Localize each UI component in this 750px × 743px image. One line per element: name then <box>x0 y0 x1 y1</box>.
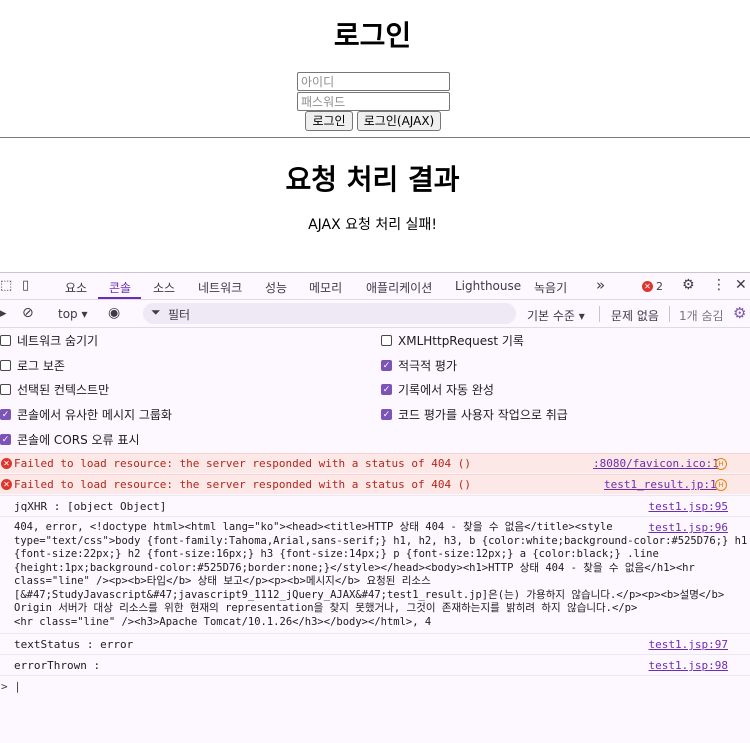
checkbox[interactable]: ✓ <box>0 409 11 420</box>
setting-label: 콘솔에서 유사한 메시지 그룹화 <box>17 408 172 422</box>
more-options-icon[interactable]: ⋮ <box>712 277 726 293</box>
error-count-icon[interactable]: ✕ <box>642 281 653 292</box>
checkbox[interactable] <box>0 335 11 346</box>
checkbox[interactable]: ✓ <box>381 409 392 420</box>
error-source-link[interactable]: test1_result.jp:1 <box>604 478 717 491</box>
tab-recorder[interactable]: 녹음기 <box>534 279 567 296</box>
setting-preserve-log[interactable]: 로그 보존 <box>0 357 65 374</box>
ajax-login-button[interactable]: 로그인(AJAX) <box>357 111 441 131</box>
issues-indicator[interactable]: 문제 없음 <box>611 307 659 324</box>
divider <box>0 137 750 138</box>
setting-autocomplete-history[interactable]: ✓ 기록에서 자동 완성 <box>381 381 494 398</box>
tab-memory[interactable]: 메모리 <box>309 279 342 296</box>
close-devtools-icon[interactable]: ✕ <box>735 277 747 293</box>
setting-label: 로그 보존 <box>17 359 65 373</box>
tab-performance[interactable]: 성능 <box>265 279 287 296</box>
settings-gear-icon[interactable]: ⚙ <box>682 277 695 293</box>
log-message: errorThrown : <box>14 659 101 672</box>
error-icon: ✕ <box>1 479 12 490</box>
checkbox[interactable] <box>381 335 392 346</box>
setting-hide-network[interactable]: 네트워크 숨기기 <box>0 332 98 349</box>
log-source-link[interactable]: test1.jsp:97 <box>649 638 728 651</box>
error-message: Failed to load resource: the server resp… <box>14 478 471 491</box>
error-count[interactable]: 2 <box>656 280 663 293</box>
more-tabs-icon[interactable]: » <box>596 276 605 294</box>
toolbar-separator <box>669 306 670 322</box>
device-toolbar-icon[interactable]: ▯ <box>22 278 29 293</box>
devtools-tabbar: ⬚ ▯ 요소 콘솔 소스 네트워크 성능 메모리 애플리케이션 Lighthou… <box>0 273 750 300</box>
setting-label: 기록에서 자동 완성 <box>398 383 494 397</box>
result-heading: 요청 처리 결과 <box>285 163 460 196</box>
tab-network[interactable]: 네트워크 <box>198 279 242 296</box>
live-expression-eye-icon[interactable]: ◉ <box>108 305 120 321</box>
setting-label: 코드 평가를 사용자 작업으로 취급 <box>398 408 568 422</box>
filter-input[interactable]: ⏷ 필터 <box>143 303 516 324</box>
result-message: AJAX 요청 처리 실패! <box>308 217 437 233</box>
toolbar-separator <box>599 306 600 322</box>
console-log-row: errorThrown : test1.jsp:98 <box>0 654 750 675</box>
checkbox[interactable]: ✓ <box>381 360 392 371</box>
log-message: 404, error, <!doctype html><html lang="k… <box>14 521 748 628</box>
tab-sources[interactable]: 소스 <box>153 279 175 296</box>
console-log-row: textStatus : error test1.jsp:97 <box>0 633 750 654</box>
console-toolbar: ▸ ⊘ top ▾ ◉ ⏷ 필터 기본 수준 ▾ 문제 없음 1개 숨김 ⚙ <box>0 300 750 328</box>
setting-selected-context[interactable]: 선택된 컨텍스트만 <box>0 381 109 398</box>
log-source-link[interactable]: test1.jsp:96 <box>649 521 728 534</box>
setting-label: 네트워크 숨기기 <box>17 334 99 348</box>
console-log-row: 404, error, <!doctype html><html lang="k… <box>0 516 750 633</box>
setting-eager-evaluation[interactable]: ✓ 적극적 평가 <box>381 357 457 374</box>
setting-user-activation[interactable]: ✓ 코드 평가를 사용자 작업으로 취급 <box>381 406 568 423</box>
console-log-row: jqXHR : [object Object] test1.jsp:95 <box>0 495 750 516</box>
setting-group-similar[interactable]: ✓ 콘솔에서 유사한 메시지 그룹화 <box>0 406 172 423</box>
tab-lighthouse[interactable]: Lighthouse <box>455 279 521 293</box>
console-prompt-input[interactable]: > | <box>1 680 21 693</box>
setting-label: 적극적 평가 <box>398 359 458 373</box>
checkbox[interactable] <box>0 384 11 395</box>
checkbox[interactable]: ✓ <box>0 434 11 445</box>
context-selector[interactable]: top ▾ <box>58 307 88 321</box>
checkbox[interactable] <box>0 360 11 371</box>
log-levels-dropdown[interactable]: 기본 수준 ▾ <box>527 307 585 324</box>
devtools-panel: ⬚ ▯ 요소 콘솔 소스 네트워크 성능 메모리 애플리케이션 Lighthou… <box>0 272 750 743</box>
console-error-row: ✕ Failed to load resource: the server re… <box>0 474 750 494</box>
filter-placeholder: 필터 <box>168 308 191 322</box>
log-message: textStatus : error <box>14 638 134 651</box>
console-divider <box>0 675 750 676</box>
hidden-count: 1개 숨김 <box>679 309 724 323</box>
tab-console[interactable]: 콘솔 <box>109 279 131 296</box>
console-settings: 네트워크 숨기기 로그 보존 선택된 컨텍스트만 ✓ 콘솔에서 유사한 메시지 … <box>0 329 750 455</box>
log-source-link[interactable]: test1.jsp:98 <box>649 659 728 672</box>
sidebar-toggle-icon[interactable]: ▸ <box>0 306 7 321</box>
error-message: Failed to load resource: the server resp… <box>14 457 471 470</box>
tab-elements[interactable]: 요소 <box>65 279 87 296</box>
console-settings-icon[interactable]: ⚙ <box>733 304 746 322</box>
console-error-row: ✕ Failed to load resource: the server re… <box>0 453 750 473</box>
login-button[interactable]: 로그인 <box>305 111 353 131</box>
setting-log-xhr[interactable]: XMLHttpRequest 기록 <box>381 332 524 349</box>
log-message: jqXHR : [object Object] <box>14 500 167 513</box>
clear-console-icon[interactable]: ⊘ <box>22 305 34 321</box>
login-heading: 로그인 <box>333 19 412 52</box>
filter-icon: ⏷ <box>151 305 161 319</box>
setting-label: XMLHttpRequest 기록 <box>398 334 524 348</box>
password-input[interactable] <box>297 92 450 111</box>
id-input[interactable] <box>297 72 450 91</box>
inspect-element-icon[interactable]: ⬚ <box>0 278 12 293</box>
setting-label: 선택된 컨텍스트만 <box>17 383 110 397</box>
error-icon: ✕ <box>1 458 12 469</box>
source-origin-icon[interactable]: H <box>715 479 727 491</box>
setting-cors-errors[interactable]: ✓ 콘솔에 CORS 오류 표시 <box>0 431 140 448</box>
web-page: 로그인 로그인 로그인(AJAX) 요청 처리 결과 AJAX 요청 처리 실패… <box>0 0 750 272</box>
checkbox[interactable]: ✓ <box>381 384 392 395</box>
log-source-link[interactable]: test1.jsp:95 <box>649 500 728 513</box>
tab-application[interactable]: 애플리케이션 <box>366 279 432 296</box>
source-origin-icon[interactable]: H <box>715 458 727 470</box>
active-tab-indicator <box>98 297 141 299</box>
error-source-link[interactable]: :8080/favicon.ico:1 <box>593 457 719 470</box>
setting-label: 콘솔에 CORS 오류 표시 <box>17 433 140 447</box>
